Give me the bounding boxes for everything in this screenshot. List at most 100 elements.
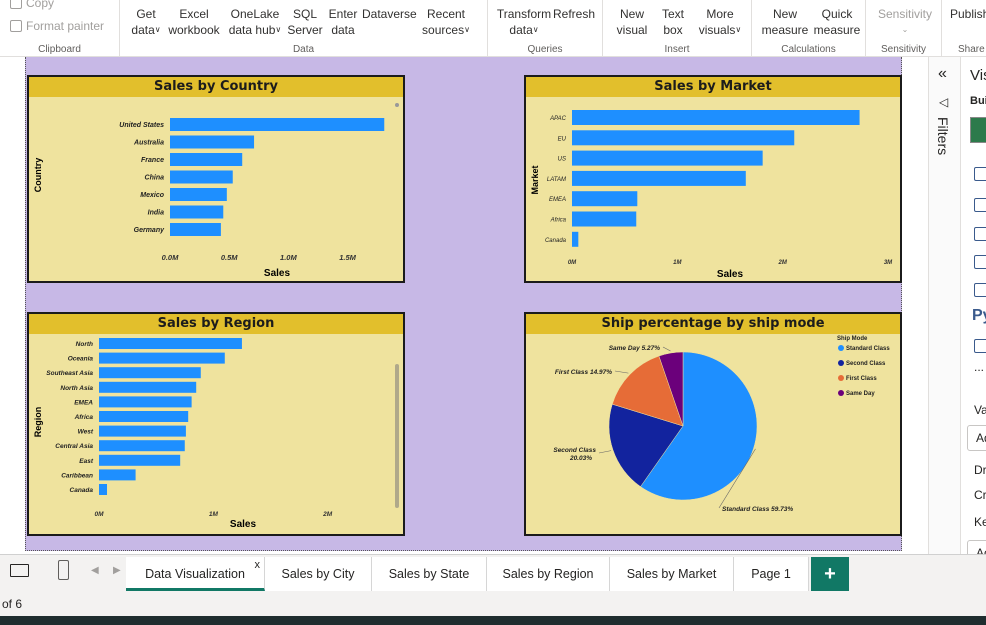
x-tick-label: 0.5M [221,253,238,262]
button-label-line1: Enter [328,7,358,21]
calculations-group: New measure Quick measure Calculations [752,0,866,56]
copy-button[interactable]: Copy [10,0,54,10]
x-tick-label: 2M [777,260,787,266]
bar[interactable] [170,223,221,236]
page-tab-2[interactable]: Sales by State [372,557,487,591]
insert-button-2[interactable]: More visuals ∨ [695,6,745,38]
close-tab-icon[interactable]: x [255,548,261,582]
paginated-report-icon[interactable] [974,339,986,353]
data-button-2[interactable]: OneLake data hub ∨ [224,6,286,38]
publish-button[interactable]: Publish [950,6,986,22]
bar[interactable] [170,118,385,131]
market-chart-visual[interactable]: Sales by Market Market APAC EU US LATAM EMEA A… [524,75,902,283]
more-visuals-dots[interactable]: ... [974,360,984,374]
page-tab-4[interactable]: Sales by Market [610,557,734,591]
legend-item[interactable]: Standard Class [846,346,890,352]
python-visual-label[interactable]: Py [972,307,986,325]
page-tab-0[interactable]: Data Visualization x [126,557,265,591]
data-button-5[interactable]: Dataverse [362,6,417,22]
bar[interactable] [99,440,185,452]
bar[interactable] [572,191,638,207]
bar[interactable] [99,396,192,408]
ship-mode-chart-visual[interactable]: Ship percentage by ship mode Standard Cl… [524,312,902,536]
data-button-4[interactable]: Enter data [324,6,362,38]
queries-button-1[interactable]: Refresh [552,6,596,22]
filters-pane-collapsed[interactable]: « ◁ Filters [929,57,961,554]
legend-item[interactable]: First Class [846,376,877,382]
x-tick-label: 0M [94,511,104,518]
category-label: Australia [133,140,164,147]
focus-mode-dot[interactable] [395,103,399,107]
button-label-line2: visual [616,23,648,37]
data-button-6[interactable]: Recent sources ∨ [418,6,474,38]
bar[interactable] [572,211,637,227]
insert-group: New visual Text box More visuals ∨ Insert [603,0,752,56]
bar[interactable] [99,425,186,437]
desktop-layout-icon[interactable] [10,564,29,577]
bar[interactable] [99,484,108,495]
data-button-3[interactable]: SQL Server [286,6,324,38]
matrix-icon[interactable] [974,283,986,297]
insert-button-0[interactable]: New visual [613,6,651,38]
x-axis-label: Sales [264,268,291,279]
chevron-down-icon: ∨ [532,25,539,34]
slice-label: Standard Class 59.73% [722,506,793,513]
format-painter-button[interactable]: Format painter [10,19,104,33]
page-tab-label: Sales by Region [502,567,594,581]
next-page-icon[interactable]: ▶ [113,565,121,576]
bar[interactable] [572,130,795,146]
bar[interactable] [99,411,189,422]
collapse-chevron-icon[interactable]: « [938,65,947,83]
sensitivity-button[interactable]: Sensitivity ⌄ [875,6,935,38]
ribbon: Copy Format painter Clipboard Get data ∨ E… [0,0,986,57]
data-button-0[interactable]: Get data ∨ [126,6,166,38]
new-measure-button[interactable]: New measure [760,6,810,38]
queries-group: Transform data ∨ Refresh Queries [488,0,603,56]
ribbon-chart-icon[interactable] [974,227,986,241]
legend-item[interactable]: Same Day [846,391,875,397]
bar[interactable] [99,469,136,481]
previous-page-icon[interactable]: ◀ [91,565,99,576]
bar[interactable] [99,381,197,393]
bar[interactable] [170,170,233,184]
data-button-1[interactable]: Excel workbook [166,6,222,38]
bar[interactable] [99,352,225,364]
bar[interactable] [99,338,242,349]
bar[interactable] [99,367,201,379]
bar[interactable] [170,135,255,149]
category-label: Caribbean [61,472,93,479]
page-tab-3[interactable]: Sales by Region [487,557,610,591]
category-label: Germany [134,227,165,234]
bar[interactable] [572,150,763,166]
quick-measure-button[interactable]: Quick measure [810,6,864,38]
bar[interactable] [99,454,181,466]
bar[interactable] [572,170,746,186]
table-visual-icon[interactable] [970,117,986,143]
button-label-line1: OneLake [230,7,280,21]
format-painter-label: Format painter [26,19,105,33]
add-page-button[interactable]: + [811,557,849,591]
page-tab-5[interactable]: Page 1 [734,557,809,591]
legend-item[interactable]: Second Class [846,361,886,367]
insert-button-1[interactable]: Text box [655,6,691,38]
bar[interactable] [170,153,243,166]
line-chart-icon[interactable] [974,198,986,212]
bar[interactable] [170,205,224,219]
mobile-layout-icon[interactable] [58,560,69,580]
region-chart-visual[interactable]: Sales by Region Region North Oceania Southe… [27,312,405,536]
add-data-field-1[interactable]: Ad [967,425,986,451]
queries-button-0[interactable]: Transform data ∨ [494,6,554,38]
country-chart-visual[interactable]: Sales by Country Country United States Aus… [27,75,405,283]
category-label: EMEA [74,399,93,406]
market-bar-chart: Market APAC EU US LATAM EMEA Africa Canada 0M 1M 2… [530,110,893,280]
stacked-bar-icon[interactable] [974,167,986,181]
taskbar [0,616,986,625]
bar[interactable] [572,231,579,247]
page-tab-1[interactable]: Sales by City [265,557,372,591]
chart-scrollbar[interactable] [395,364,399,508]
copy-label: Copy [26,0,55,10]
bar[interactable] [572,110,860,125]
category-label: North [76,341,93,348]
bar[interactable] [170,188,227,201]
column-chart-icon[interactable] [974,255,986,269]
